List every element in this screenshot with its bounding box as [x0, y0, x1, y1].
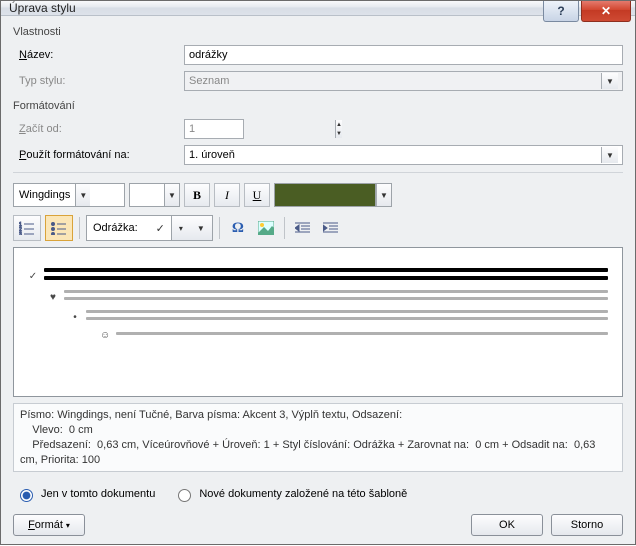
increase-indent-icon: [323, 221, 339, 235]
style-type-select: Seznam ▼: [184, 71, 623, 91]
start-at-spin: ▲▼: [184, 119, 244, 139]
cancel-button[interactable]: Storno: [551, 514, 623, 536]
picture-icon: [258, 221, 274, 235]
radio-new-documents-label: Nové dokumenty založené na této šabloně: [199, 488, 407, 500]
color-swatch: [275, 184, 376, 206]
style-type-label: Typ stylu:: [13, 75, 184, 87]
font-name-value: Wingdings: [14, 184, 75, 206]
list-toolbar: 123 Odrážka: ✓ ▾▼ Ω: [13, 215, 623, 241]
start-at-label: Začít od:: [13, 123, 184, 135]
start-at-value: [185, 120, 335, 138]
name-input[interactable]: [184, 45, 623, 65]
bullet-label: Odrážka:: [93, 222, 138, 234]
scope-radios: Jen v tomto dokumentu Nové dokumenty zal…: [13, 486, 623, 502]
format-button-label: ormát: [35, 519, 63, 531]
bold-button[interactable]: B: [184, 183, 210, 207]
chevron-down-icon: ▼: [75, 184, 90, 206]
help-icon: ?: [557, 4, 564, 18]
numbered-list-icon: 123: [19, 221, 35, 235]
ok-button[interactable]: OK: [471, 514, 543, 536]
preview-bullet: •: [70, 312, 80, 323]
apply-to-label: Použít formátování na:: [13, 149, 184, 161]
chevron-down-icon: ▾▼: [171, 216, 212, 240]
spin-buttons: ▲▼: [335, 120, 342, 138]
preview-pane: ✓ ♥ • ☺: [13, 247, 623, 397]
help-button[interactable]: ?: [543, 1, 579, 22]
separator: [219, 217, 220, 239]
italic-button[interactable]: I: [214, 183, 240, 207]
bulleted-list-button[interactable]: [45, 215, 73, 241]
style-type-value: Seznam: [189, 75, 229, 87]
radio-this-document-label: Jen v tomto dokumentu: [41, 488, 155, 500]
chevron-down-icon: ▼: [376, 184, 391, 206]
divider: [13, 172, 623, 173]
titlebar: Úprava stylu ? ✕: [1, 1, 635, 16]
preview-lines: [116, 332, 608, 339]
font-toolbar: Wingdings ▼ ▼ B I U ▼: [13, 183, 623, 207]
chevron-down-icon: ▼: [164, 184, 179, 206]
bulleted-list-icon: [51, 221, 67, 235]
bullet-glyph: ✓: [156, 222, 165, 235]
apply-to-value: 1. úroveň: [189, 149, 235, 161]
radio-this-document-input[interactable]: [20, 489, 33, 502]
separator: [284, 217, 285, 239]
decrease-indent-button[interactable]: [291, 216, 315, 240]
separator: [79, 217, 80, 239]
preview-bullet: ♥: [48, 292, 58, 303]
decrease-indent-icon: [295, 221, 311, 235]
close-button[interactable]: ✕: [581, 1, 631, 22]
radio-new-documents[interactable]: Nové dokumenty založené na této šabloně: [173, 486, 407, 502]
font-name-select[interactable]: Wingdings ▼: [13, 183, 125, 207]
symbol-button[interactable]: Ω: [226, 216, 250, 240]
chevron-down-icon: ▼: [601, 147, 618, 163]
name-label: Název:: [13, 49, 184, 61]
format-menu-button[interactable]: Formát: [13, 514, 85, 536]
numbered-list-button[interactable]: 123: [13, 215, 41, 241]
bullet-select[interactable]: Odrážka: ✓ ▾▼: [86, 215, 213, 241]
font-size-value: [130, 184, 164, 206]
window-title: Úprava stylu: [9, 1, 76, 15]
preview-lines: [86, 310, 608, 324]
modify-style-dialog: Úprava stylu ? ✕ Vlastnosti Název: Typ s…: [0, 0, 636, 545]
font-color-select[interactable]: ▼: [274, 183, 392, 207]
group-properties-label: Vlastnosti: [13, 26, 623, 38]
radio-new-documents-input[interactable]: [178, 489, 191, 502]
close-icon: ✕: [601, 4, 611, 18]
radio-this-document[interactable]: Jen v tomto dokumentu: [15, 486, 155, 502]
increase-indent-button[interactable]: [319, 216, 343, 240]
style-description: Písmo: Wingdings, není Tučné, Barva písm…: [13, 403, 623, 472]
chevron-down-icon: ▼: [601, 73, 618, 89]
apply-to-select[interactable]: 1. úroveň ▼: [184, 145, 623, 165]
preview-bullet: ☺: [100, 330, 110, 341]
underline-button[interactable]: U: [244, 183, 270, 207]
preview-lines: [64, 290, 608, 304]
preview-bullet: ✓: [28, 271, 38, 282]
svg-text:3: 3: [19, 232, 22, 235]
preview-lines: [44, 268, 608, 284]
font-size-select[interactable]: ▼: [129, 183, 180, 207]
group-formatting-label: Formátování: [13, 100, 623, 112]
picture-button[interactable]: [254, 216, 278, 240]
